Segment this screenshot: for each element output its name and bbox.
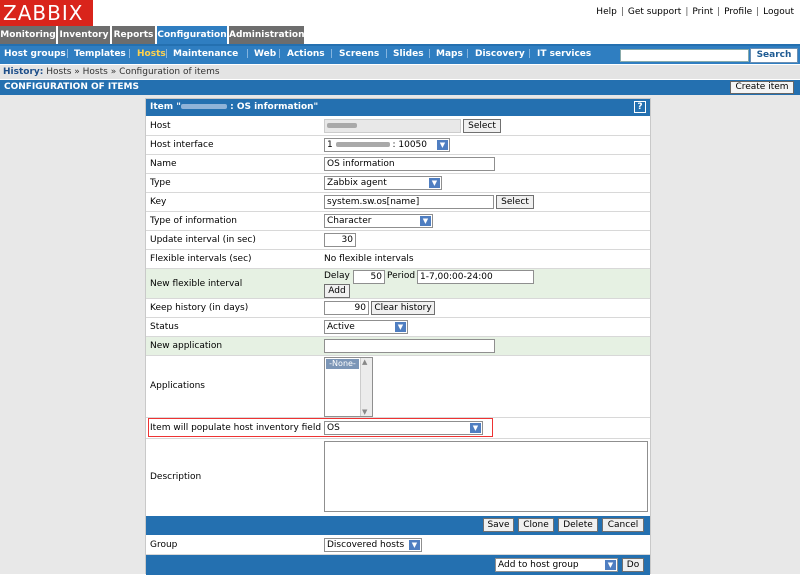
do-button[interactable]: Do (622, 558, 644, 572)
scroll-up-icon[interactable]: ▲ (362, 358, 367, 366)
sub-item-slides[interactable]: Slides (393, 49, 424, 59)
sub-item-host-groups[interactable]: Host groups (4, 49, 66, 59)
get-support-link[interactable]: Get support (628, 7, 681, 17)
inventory-field-select[interactable]: OS ▼ (324, 421, 483, 435)
status-select[interactable]: Active ▼ (324, 320, 408, 334)
new-application-input[interactable] (324, 339, 495, 353)
keep-history-input[interactable]: 90 (324, 301, 369, 315)
row-new-application: New application (146, 337, 650, 356)
delay-input[interactable]: 50 (353, 270, 385, 284)
history-path[interactable]: Hosts » Hosts » Configuration of items (46, 67, 219, 77)
applications-scrollbar[interactable]: ▲ ▼ (360, 358, 372, 416)
print-link[interactable]: Print (692, 7, 713, 17)
chevron-down-icon: ▼ (437, 140, 448, 150)
page-title: CONFIGURATION OF ITEMS (0, 80, 800, 95)
host-select-button[interactable]: Select (463, 119, 501, 133)
row-inventory-field: Item will populate host inventory field … (146, 418, 650, 439)
chevron-down-icon: ▼ (420, 216, 431, 226)
row-keep-history: Keep history (in days) 90 Clear history (146, 299, 650, 318)
key-input[interactable]: system.sw.os[name] (324, 195, 494, 209)
group-select[interactable]: Discovered hosts ▼ (324, 538, 422, 552)
save-button[interactable]: Save (483, 518, 514, 532)
row-new-flexible-interval: New flexible interval Delay 50 Period 1-… (146, 269, 650, 299)
item-form: Item " : OS information" ? Host Select H… (145, 98, 651, 575)
search-input[interactable] (620, 49, 749, 62)
applications-listbox[interactable]: -None- ▲ ▼ (324, 357, 373, 417)
host-interface-select[interactable]: 1 : 10050 ▼ (324, 138, 450, 152)
row-host-interface: Host interface 1 : 10050 ▼ (146, 136, 650, 155)
sub-item-web[interactable]: Web (254, 49, 276, 59)
add-flexible-interval-button[interactable]: Add (324, 284, 350, 298)
name-input[interactable]: OS information (324, 157, 495, 171)
mass-action-bar: Add to host group ▼ Do (146, 555, 650, 575)
help-icon[interactable]: ? (634, 101, 646, 113)
cancel-button[interactable]: Cancel (602, 518, 644, 532)
sub-menu: Host groups | Templates | Hosts | Mainte… (0, 44, 800, 64)
type-select[interactable]: Zabbix agent ▼ (324, 176, 442, 190)
row-type-of-information: Type of information Character ▼ (146, 212, 650, 231)
row-host: Host Select (146, 117, 650, 136)
sub-item-screens[interactable]: Screens (339, 49, 379, 59)
application-option[interactable]: -None- (326, 359, 359, 369)
row-status: Status Active ▼ (146, 318, 650, 337)
clone-button[interactable]: Clone (518, 518, 554, 532)
tab-monitoring[interactable]: Monitoring (0, 26, 57, 44)
sub-item-templates[interactable]: Templates (74, 49, 126, 59)
row-applications: Applications -None- ▲ ▼ (146, 356, 650, 418)
history-label: History: (3, 67, 44, 77)
type-of-information-select[interactable]: Character ▼ (324, 214, 433, 228)
profile-link[interactable]: Profile (724, 7, 752, 17)
update-interval-input[interactable]: 30 (324, 233, 356, 247)
period-input[interactable]: 1-7,00:00-24:00 (417, 270, 534, 284)
help-link[interactable]: Help (596, 7, 617, 17)
top-header: ZABBIX Help | Get support | Print | Profile | Lo… (0, 0, 800, 26)
tab-reports[interactable]: Reports (112, 26, 156, 44)
flexible-intervals-value: No flexible intervals (324, 254, 414, 264)
tab-administration[interactable]: Administration (229, 26, 305, 44)
mass-action-select[interactable]: Add to host group ▼ (495, 558, 618, 572)
redacted-host-name (180, 104, 227, 109)
sub-item-actions[interactable]: Actions (287, 49, 325, 59)
row-group: Group Discovered hosts ▼ (146, 535, 650, 555)
row-description: Description (146, 439, 650, 516)
row-name: Name OS information (146, 155, 650, 174)
row-type: Type Zabbix agent ▼ (146, 174, 650, 193)
sub-item-hosts[interactable]: Hosts (137, 49, 166, 59)
chevron-down-icon: ▼ (605, 560, 616, 570)
sub-item-discovery[interactable]: Discovery (475, 49, 525, 59)
row-flexible-intervals: Flexible intervals (sec) No flexible int… (146, 250, 650, 269)
history-breadcrumb: History: Hosts » Hosts » Configuration o… (0, 65, 800, 79)
scroll-down-icon[interactable]: ▼ (362, 408, 367, 416)
delete-button[interactable]: Delete (558, 518, 598, 532)
chevron-down-icon: ▼ (429, 178, 440, 188)
main-menu: Monitoring Inventory Reports Configurati… (0, 26, 800, 44)
key-select-button[interactable]: Select (496, 195, 534, 209)
description-textarea[interactable] (324, 441, 648, 512)
tab-configuration[interactable]: Configuration (157, 26, 228, 44)
sub-item-maps[interactable]: Maps (436, 49, 463, 59)
sub-item-it-services[interactable]: IT services (537, 49, 591, 59)
chevron-down-icon: ▼ (409, 540, 420, 550)
logout-link[interactable]: Logout (763, 7, 794, 17)
row-key: Key system.sw.os[name] Select (146, 193, 650, 212)
top-links: Help | Get support | Print | Profile | Logout (596, 7, 794, 17)
zabbix-logo[interactable]: ZABBIX (0, 0, 93, 26)
row-update-interval: Update interval (in sec) 30 (146, 231, 650, 250)
chevron-down-icon: ▼ (395, 322, 406, 332)
form-title: Item " : OS information" ? (146, 99, 650, 116)
tab-inventory[interactable]: Inventory (58, 26, 111, 44)
form-footer: Save Clone Delete Cancel (146, 516, 650, 535)
chevron-down-icon: ▼ (470, 423, 481, 433)
sub-item-maintenance[interactable]: Maintenance (173, 49, 238, 59)
search-button[interactable]: Search (750, 48, 798, 63)
clear-history-button[interactable]: Clear history (371, 301, 435, 315)
create-item-button[interactable]: Create item (730, 81, 794, 94)
host-field (324, 119, 461, 133)
